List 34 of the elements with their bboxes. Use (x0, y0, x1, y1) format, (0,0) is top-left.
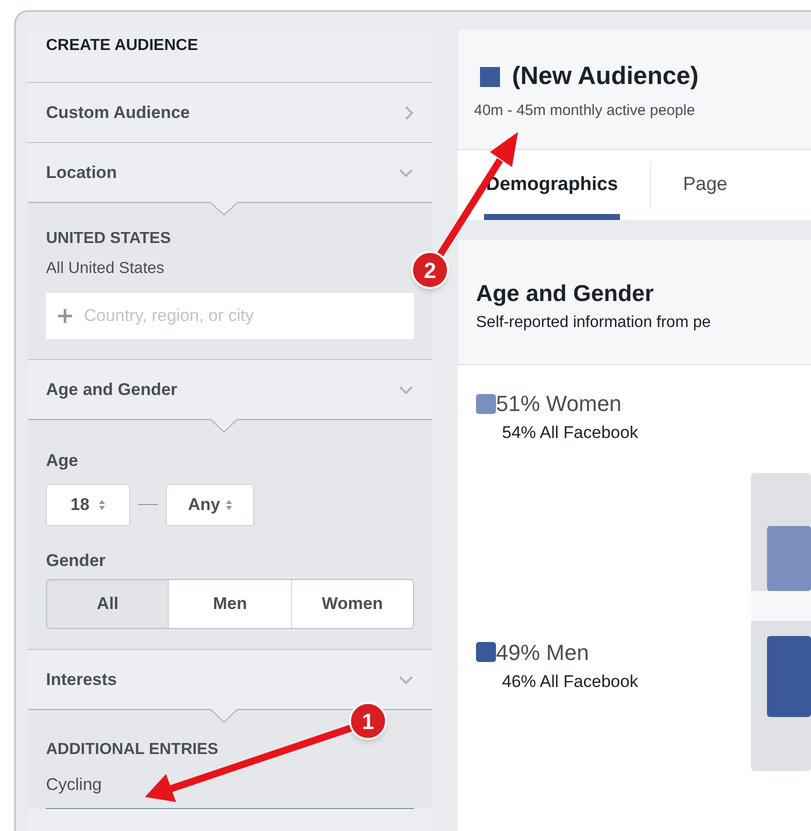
legend-comparison: 54% All Facebook (502, 422, 640, 444)
sort-icon (99, 500, 106, 510)
chevron-down-icon (398, 674, 414, 684)
region-heading: UNITED STATES (46, 229, 172, 249)
tab[interactable]: Page (680, 150, 730, 220)
legend-label: 51% Women (496, 390, 622, 418)
chevron-down-icon (398, 168, 414, 178)
interest-entry: Cycling (46, 774, 103, 796)
plus-icon (58, 309, 72, 323)
chevron-down-icon (398, 384, 414, 394)
gender-option[interactable]: Women (290, 580, 413, 628)
sidebar-title: CREATE AUDIENCE (45, 36, 200, 56)
section-title: Age and Gender (476, 279, 655, 308)
sort-icon (226, 500, 232, 510)
group-heading: ADDITIONAL ENTRIES (46, 740, 220, 760)
age-min-select[interactable]: 18 (46, 484, 130, 526)
section-description: Self-reported information from pe (476, 312, 712, 332)
region-value: All United States (46, 259, 166, 279)
legend-comparison: 46% All Facebook (502, 670, 640, 692)
audience-color-swatch (480, 66, 500, 87)
gender-option[interactable]: All (47, 580, 168, 628)
chevron-right-icon (404, 104, 414, 120)
legend-label: 49% Men (496, 638, 589, 666)
section-title: Custom Audience (46, 102, 190, 124)
age-max-select[interactable]: Any (166, 484, 254, 526)
gender-label: Gender (46, 550, 107, 572)
audience-size: 40m - 45m monthly active people (474, 100, 696, 120)
gender-option[interactable]: Men (168, 580, 291, 628)
section-title: Location (46, 162, 117, 184)
audience-title: (New Audience) (512, 61, 699, 92)
section-title: Interests (46, 668, 117, 691)
section-title: Age and Gender (46, 378, 178, 401)
age-label: Age (46, 450, 80, 472)
location-field[interactable]: Country, region, or city (46, 293, 414, 339)
